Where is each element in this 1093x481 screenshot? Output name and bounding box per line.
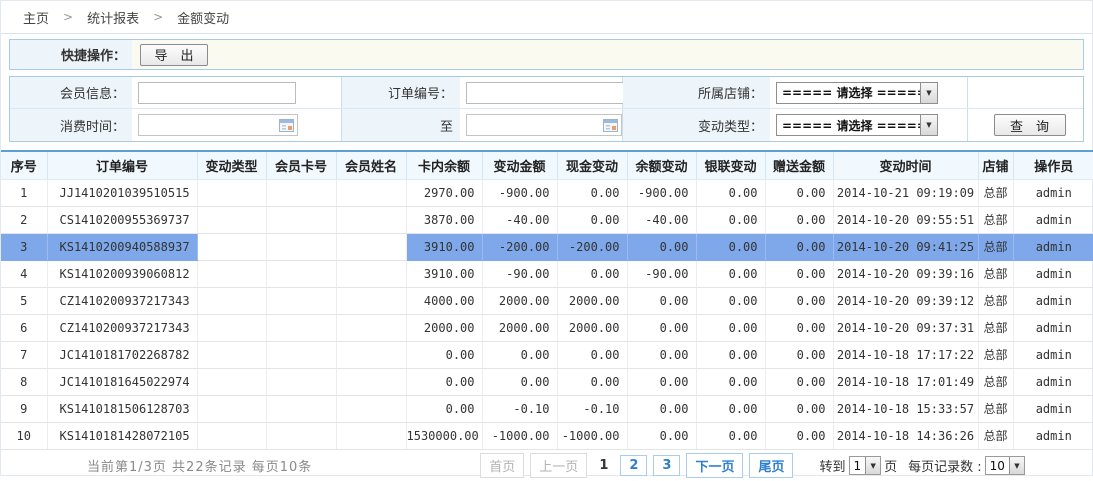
store-select[interactable]: ===== 请选择 ===== ▼ bbox=[776, 82, 938, 104]
store-label: 所属店铺： bbox=[623, 77, 770, 108]
chevron-down-icon: ▼ bbox=[920, 115, 937, 135]
column-header: 变动类型 bbox=[197, 151, 266, 179]
filter-panel: 会员信息： 订单编号： 所属店铺： ===== 请选择 ===== ▼ 消费时间… bbox=[9, 76, 1084, 142]
table-row[interactable]: 10KS14101814280721051530000.00-1000.00-1… bbox=[1, 422, 1093, 449]
breadcrumb-reports[interactable]: 统计报表 bbox=[87, 8, 139, 27]
goto-page-value: 1 bbox=[850, 459, 866, 473]
per-page-value: 10 bbox=[986, 459, 1009, 473]
calendar-icon[interactable] bbox=[279, 119, 294, 132]
table-row[interactable]: 9KS14101815061287030.00-0.10-0.100.000.0… bbox=[1, 395, 1093, 422]
current-page-number: 1 bbox=[593, 456, 614, 475]
column-header: 操作员 bbox=[1013, 151, 1093, 179]
page-3-link[interactable]: 3 bbox=[653, 455, 680, 476]
column-header: 会员卡号 bbox=[266, 151, 336, 179]
column-header: 变动金额 bbox=[482, 151, 557, 179]
column-header: 订单编号 bbox=[47, 151, 197, 179]
date-from-input[interactable] bbox=[138, 114, 298, 136]
first-page-button[interactable]: 首页 bbox=[480, 453, 524, 478]
store-select-value: ===== 请选择 ===== bbox=[777, 84, 920, 101]
calendar-icon[interactable] bbox=[603, 119, 618, 132]
prev-page-button[interactable]: 上一页 bbox=[530, 453, 587, 478]
member-info-input[interactable] bbox=[138, 82, 296, 104]
pagination-bar: 当前第1/3页 共22条记录 每页10条 首页 上一页 1 2 3 下一页 尾页… bbox=[1, 451, 1092, 481]
chevron-down-icon: ▼ bbox=[1009, 457, 1024, 474]
table-row[interactable]: 3KS14102009405889373910.00-200.00-200.00… bbox=[1, 233, 1093, 260]
table-row[interactable]: 2CS14102009553697373870.00-40.000.00-40.… bbox=[1, 206, 1093, 233]
column-header: 变动时间 bbox=[833, 151, 978, 179]
chevron-down-icon: ▼ bbox=[865, 457, 880, 474]
per-page-label: 每页记录数 : bbox=[908, 456, 982, 475]
table-row[interactable]: 7JC14101817022687820.000.000.000.000.000… bbox=[1, 341, 1093, 368]
member-info-label: 会员信息： bbox=[10, 77, 132, 108]
column-header: 序号 bbox=[1, 151, 47, 179]
table-row[interactable]: 4KS14102009390608123910.00-90.000.00-90.… bbox=[1, 260, 1093, 287]
change-type-select[interactable]: ===== 请选择 ===== ▼ bbox=[776, 114, 938, 136]
export-button[interactable]: 导 出 bbox=[140, 44, 208, 66]
quick-operations-bar: 快捷操作： 导 出 bbox=[9, 39, 1084, 70]
column-header: 银联变动 bbox=[696, 151, 765, 179]
column-header: 会员姓名 bbox=[336, 151, 406, 179]
order-number-input[interactable] bbox=[466, 82, 624, 104]
per-page-select[interactable]: 10 ▼ bbox=[985, 456, 1025, 475]
chevron-down-icon: ▼ bbox=[920, 83, 937, 103]
amount-change-table: 序号订单编号变动类型会员卡号会员姓名卡内余额变动金额现金变动余额变动银联变动赠送… bbox=[1, 150, 1093, 450]
goto-unit-label: 页 bbox=[884, 456, 897, 475]
order-number-label: 订单编号： bbox=[342, 77, 460, 108]
query-button[interactable]: 查 询 bbox=[994, 114, 1066, 136]
table-row[interactable]: 6CZ14102009372173432000.002000.002000.00… bbox=[1, 314, 1093, 341]
change-type-label: 变动类型： bbox=[623, 109, 770, 141]
column-header: 余额变动 bbox=[627, 151, 696, 179]
table-header-row: 序号订单编号变动类型会员卡号会员姓名卡内余额变动金额现金变动余额变动银联变动赠送… bbox=[1, 151, 1093, 179]
consume-time-label: 消费时间： bbox=[10, 109, 132, 141]
breadcrumb: 主页 > 统计报表 > 金额变动 bbox=[1, 1, 1092, 34]
column-header: 店铺 bbox=[978, 151, 1013, 179]
table-row[interactable]: 5CZ14102009372173434000.002000.002000.00… bbox=[1, 287, 1093, 314]
quick-operations-label: 快捷操作： bbox=[10, 40, 132, 69]
page-2-link[interactable]: 2 bbox=[620, 455, 647, 476]
date-to-label: 至 bbox=[342, 109, 460, 141]
table-row[interactable]: 1JJ14102010395105152970.00-900.000.00-90… bbox=[1, 179, 1093, 206]
goto-label: 转到 bbox=[819, 456, 845, 475]
breadcrumb-separator: > bbox=[63, 10, 73, 24]
table-row[interactable]: 8JC14101816450229740.000.000.000.000.000… bbox=[1, 368, 1093, 395]
last-page-button[interactable]: 尾页 bbox=[749, 453, 793, 478]
goto-page-select[interactable]: 1 ▼ bbox=[849, 456, 882, 475]
breadcrumb-current-page: 金额变动 bbox=[177, 8, 229, 27]
date-to-input[interactable] bbox=[466, 114, 622, 136]
next-page-button[interactable]: 下一页 bbox=[686, 453, 743, 478]
table-body: 1JJ14102010395105152970.00-900.000.00-90… bbox=[1, 179, 1093, 449]
record-summary: 当前第1/3页 共22条记录 每页10条 bbox=[87, 456, 312, 475]
breadcrumb-separator: > bbox=[153, 10, 163, 24]
column-header: 现金变动 bbox=[557, 151, 627, 179]
column-header: 赠送金额 bbox=[765, 151, 833, 179]
change-type-select-value: ===== 请选择 ===== bbox=[777, 117, 920, 134]
column-header: 卡内余额 bbox=[406, 151, 482, 179]
breadcrumb-home[interactable]: 主页 bbox=[23, 8, 49, 27]
